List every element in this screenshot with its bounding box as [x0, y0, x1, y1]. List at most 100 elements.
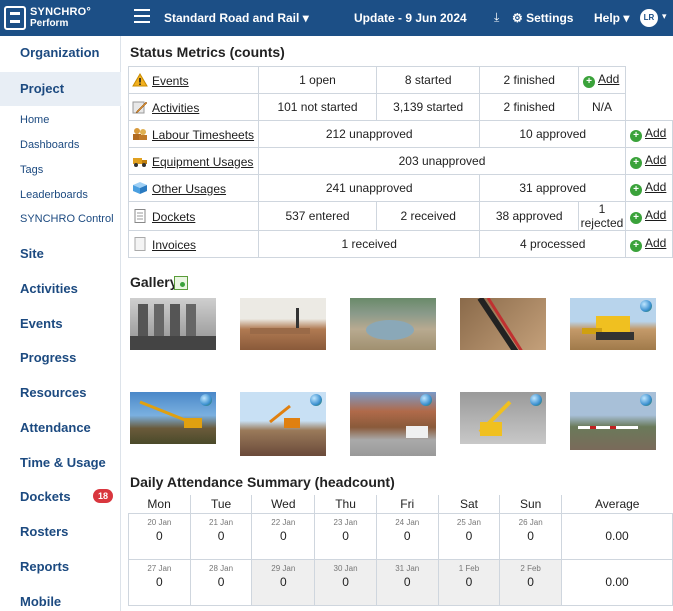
invoice-icon — [132, 236, 148, 251]
table-row: Activities 101 not started 3,139 started… — [128, 93, 673, 121]
day-cell[interactable]: 26 Jan 0 — [499, 512, 562, 560]
gallery-thumbnail[interactable] — [130, 298, 216, 350]
dockets-received: 2 received — [375, 201, 481, 231]
chevron-down-icon[interactable]: ▾ — [662, 11, 667, 22]
status-metrics-title: Status Metrics (counts) — [130, 44, 285, 60]
help-menu[interactable]: Help ▾ — [594, 11, 629, 25]
workers-icon — [132, 127, 148, 141]
day-cell[interactable]: 22 Jan 0 — [251, 512, 316, 560]
day-cell[interactable]: 30 Jan 0 — [314, 558, 377, 606]
sidebar-item-leaderboards[interactable]: Leaderboards — [20, 189, 88, 201]
gallery-thumbnail[interactable] — [240, 298, 326, 350]
col-sun: Sun — [499, 495, 562, 513]
globe-icon — [200, 394, 212, 406]
gallery-thumbnail[interactable] — [350, 298, 436, 350]
sidebar-item-organization[interactable]: Organization — [0, 45, 121, 60]
sidebar-item-site[interactable]: Site — [0, 246, 121, 261]
sidebar-item-home[interactable]: Home — [20, 114, 49, 126]
sidebar-item-time-usage[interactable]: Time & Usage — [0, 455, 121, 470]
sidebar-item-events[interactable]: Events — [0, 316, 121, 331]
attendance-title: Daily Attendance Summary (headcount) — [130, 474, 395, 490]
add-invoice-button[interactable]: Add — [645, 236, 666, 250]
col-fri: Fri — [376, 495, 439, 513]
truck-icon — [132, 154, 148, 168]
main-content: Status Metrics (counts) Events 1 open 8 … — [122, 36, 673, 611]
sidebar-item-dashboards[interactable]: Dashboards — [20, 139, 79, 151]
sidebar-item-tags[interactable]: Tags — [20, 164, 43, 176]
activities-started: 3,139 started — [375, 93, 481, 121]
pencil-icon — [132, 100, 148, 114]
add-docket-button[interactable]: Add — [645, 208, 666, 222]
table-row: Other Usages 241 unapproved 31 approved … — [128, 174, 673, 202]
synchro-logo-icon — [4, 6, 26, 30]
invoices-processed: 4 processed — [479, 230, 626, 258]
events-link[interactable]: Events — [152, 74, 189, 88]
gallery-title: Gallery — [130, 274, 178, 290]
help-label: Help — [594, 11, 621, 25]
gallery-thumbnail[interactable] — [460, 298, 546, 350]
day-cell[interactable]: 31 Jan 0 — [375, 558, 439, 606]
menu-icon[interactable] — [134, 9, 150, 23]
day-cell[interactable]: 29 Jan 0 — [251, 558, 316, 606]
col-mon: Mon — [128, 495, 191, 513]
day-cell[interactable]: 1 Feb 0 — [437, 558, 501, 606]
settings-menu[interactable]: ⚙ Settings — [512, 11, 573, 25]
add-photo-icon[interactable] — [174, 276, 188, 290]
day-cell[interactable]: 27 Jan 0 — [128, 558, 191, 606]
activities-link[interactable]: Activities — [152, 101, 199, 115]
day-cell[interactable]: 20 Jan 0 — [128, 512, 191, 560]
day-cell[interactable]: 24 Jan 0 — [375, 512, 439, 560]
sidebar-item-resources[interactable]: Resources — [0, 385, 121, 400]
other-usages-link[interactable]: Other Usages — [152, 182, 226, 196]
add-equipment-button[interactable]: Add — [645, 153, 666, 167]
logo-line2: Perform — [30, 18, 69, 29]
sidebar-item-synchro-control[interactable]: SYNCHRO Control — [20, 213, 114, 225]
sidebar-item-reports[interactable]: Reports — [0, 559, 121, 574]
synchro-logo[interactable]: SYNCHRO° Perform — [4, 4, 102, 32]
dockets-approved: 38 approved — [479, 201, 579, 231]
globe-icon — [640, 394, 652, 406]
day-cell[interactable]: 28 Jan 0 — [189, 558, 253, 606]
add-events-button[interactable]: Add — [598, 72, 619, 86]
add-other-usage-button[interactable]: Add — [645, 180, 666, 194]
labour-unapproved: 212 unapproved — [257, 120, 481, 148]
invoices-received: 1 received — [257, 230, 481, 258]
activities-not-started: 101 not started — [258, 93, 377, 121]
activities-finished: 2 finished — [479, 93, 579, 121]
other-unapproved: 241 unapproved — [257, 174, 481, 202]
status-metrics-table: Events 1 open 8 started 2 finished + Add … — [128, 66, 673, 258]
project-selector[interactable]: Standard Road and Rail ▾ — [164, 11, 309, 25]
labour-timesheets-link[interactable]: Labour Timesheets — [152, 128, 254, 142]
project-name: Standard Road and Rail — [164, 11, 300, 25]
add-icon: + — [630, 157, 642, 169]
avatar[interactable]: LR — [640, 9, 658, 27]
add-labour-button[interactable]: Add — [645, 126, 666, 140]
globe-icon — [310, 394, 322, 406]
sidebar-item-attendance[interactable]: Attendance — [0, 420, 121, 435]
col-thu: Thu — [314, 495, 377, 513]
equipment-unapproved: 203 unapproved — [258, 147, 626, 175]
table-row: Labour Timesheets 212 unapproved 10 appr… — [128, 120, 673, 148]
table-row: 20 Jan 0 21 Jan 0 22 Jan 0 23 Jan 0 24 Jan 0 … — [128, 512, 673, 560]
day-cell[interactable]: 2 Feb 0 — [499, 558, 562, 606]
invoices-link[interactable]: Invoices — [152, 238, 196, 252]
events-finished: 2 finished — [479, 66, 579, 94]
sidebar-item-project[interactable]: Project — [0, 72, 121, 106]
top-bar: SYNCHRO° Perform Standard Road and Rail … — [0, 0, 673, 36]
table-row: 27 Jan 0 28 Jan 0 29 Jan 0 30 Jan 0 31 Jan 0 … — [128, 558, 673, 606]
week-average: 0.00 — [561, 558, 673, 606]
col-average: Average — [595, 496, 640, 511]
sidebar-item-rosters[interactable]: Rosters — [0, 524, 121, 539]
download-icon[interactable]: ⤓ — [494, 10, 499, 25]
sidebar-item-mobile[interactable]: Mobile — [0, 594, 121, 609]
chevron-down-icon: ▾ — [302, 11, 309, 25]
day-cell[interactable]: 23 Jan 0 — [314, 512, 377, 560]
day-cell[interactable]: 21 Jan 0 — [189, 512, 253, 560]
table-row: Dockets 537 entered 2 received 38 approv… — [128, 201, 673, 231]
dockets-link[interactable]: Dockets — [152, 210, 195, 224]
sidebar-item-activities[interactable]: Activities — [0, 281, 121, 296]
sidebar-item-progress[interactable]: Progress — [0, 350, 121, 365]
col-wed: Wed — [251, 495, 316, 513]
day-cell[interactable]: 25 Jan 0 — [437, 512, 501, 560]
equipment-usages-link[interactable]: Equipment Usages — [152, 155, 253, 169]
